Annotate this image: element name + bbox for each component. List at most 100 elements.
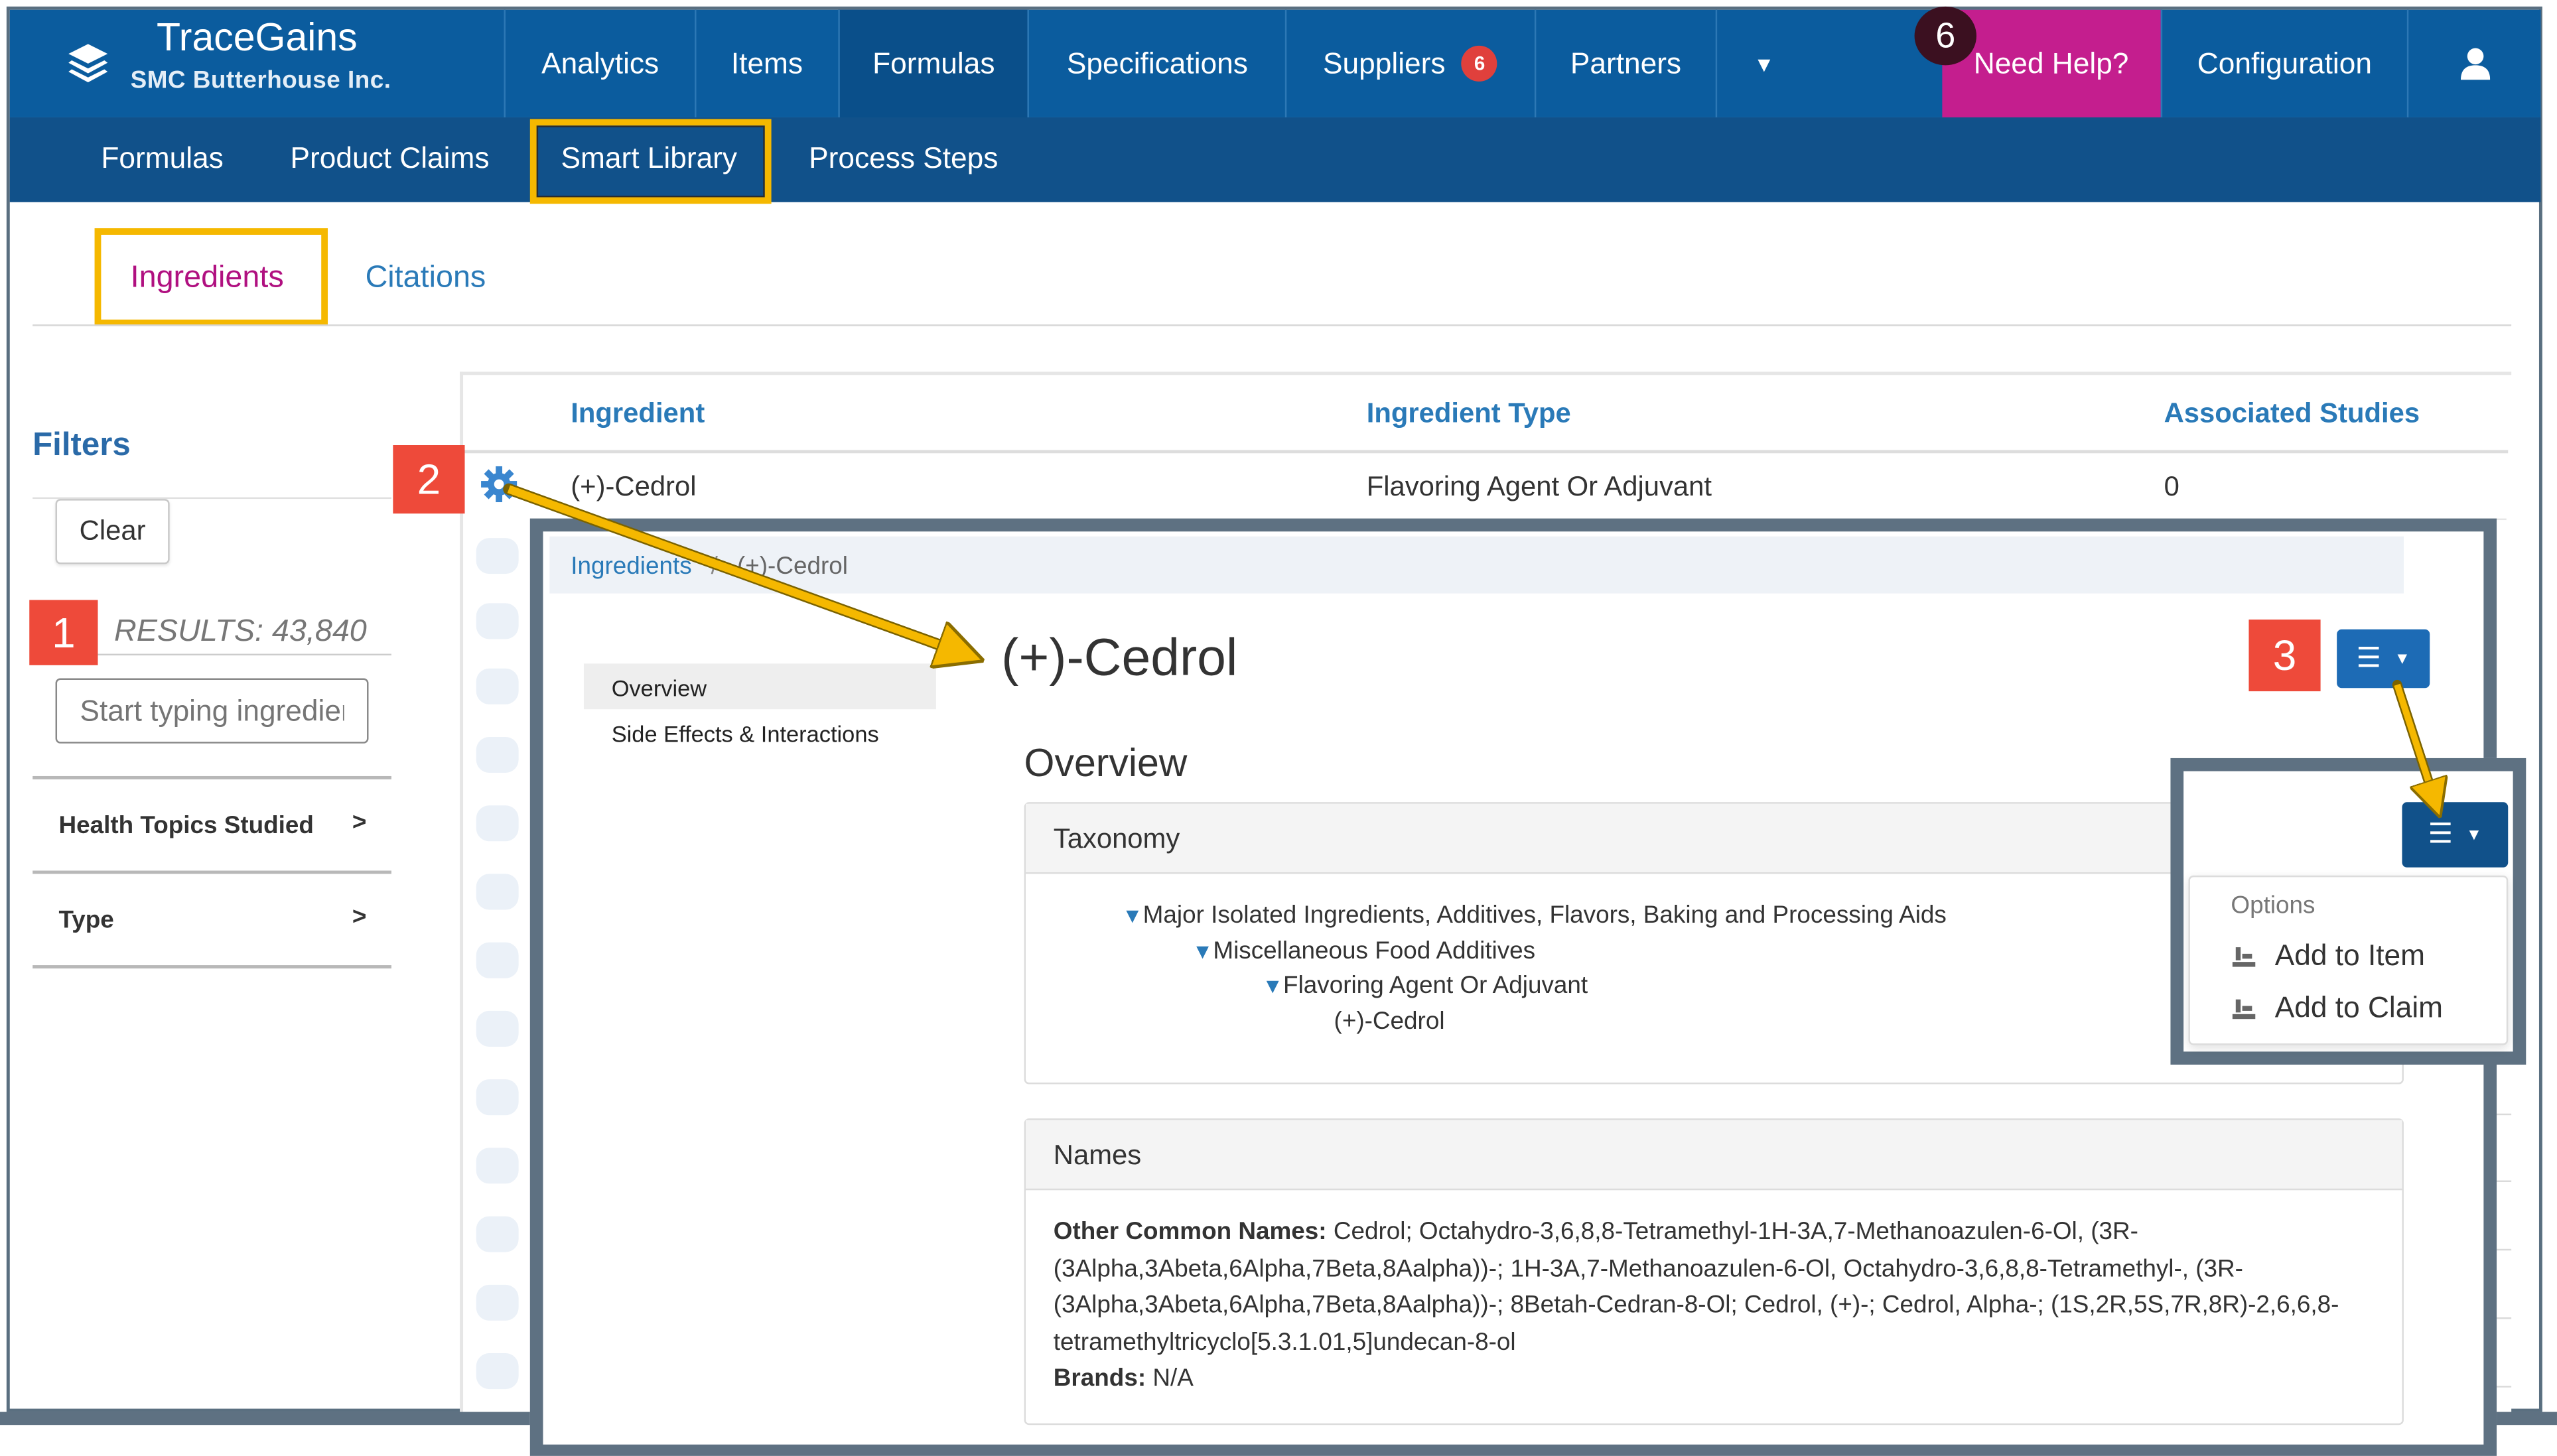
tab-divider [33,324,2512,326]
taxonomy-level-2-label: Miscellaneous Food Additives [1213,937,1536,966]
taxonomy-level-2[interactable]: ▼Miscellaneous Food Additives [1192,937,1535,965]
side-menu-overview[interactable]: Overview [612,675,707,701]
names-title: Names [1053,1140,1142,1171]
row-gear-placeholder [476,603,519,639]
table-row-divider [2495,1180,2512,1182]
nav-configuration[interactable]: Configuration [2160,9,2408,117]
company-name: SMC Butterhouse Inc. [130,66,391,95]
overview-heading: Overview [1024,742,1188,786]
breadcrumb-separator: / [711,553,718,581]
results-count: RESULTS: 43,840 [114,614,367,649]
options-menu-button-open[interactable]: ☰ ▼ [2402,802,2509,868]
nav-items[interactable]: Items [694,9,838,117]
chevron-right-icon[interactable]: > [352,903,367,931]
row-gear-placeholder [476,1353,519,1390]
row-gear-placeholder [476,668,519,704]
menu-item-add-to-claim[interactable]: Add to Claim [2275,991,2443,1026]
brand[interactable]: TraceGains SMC Butterhouse Inc. [10,10,504,117]
gear-icon[interactable] [480,465,519,504]
nav-analytics[interactable]: Analytics [504,9,695,117]
subnav-process-steps[interactable]: Process Steps [809,142,998,176]
add-icon [2232,999,2256,1020]
expand-triangle-icon: ▼ [1262,973,1284,998]
expand-triangle-icon: ▼ [1192,939,1213,964]
expand-triangle-icon: ▼ [1122,903,1143,928]
callout-2: 2 [393,445,465,514]
column-header-ingredient-type[interactable]: Ingredient Type [1367,398,1571,430]
cell-ingredient[interactable]: (+)-Cedrol [571,471,696,503]
nav-formulas[interactable]: Formulas [837,9,1028,117]
subnav-formulas[interactable]: Formulas [101,142,223,176]
caret-down-icon: ▼ [2394,649,2410,668]
filters-heading: Filters [33,427,131,464]
facet-health-topics[interactable]: Health Topics Studied [58,812,313,840]
table-row-divider [2495,1248,2512,1251]
help-count-badge: 6 [1914,6,1976,66]
results-divider [98,653,391,656]
row-gear-placeholder [476,805,519,842]
hamburger-icon: ☰ [2428,818,2453,850]
taxonomy-level-1[interactable]: ▼Major Isolated Ingredients, Additives, … [1122,901,1947,929]
column-header-associated-studies[interactable]: Associated Studies [2164,398,2420,430]
facet-divider [33,965,391,968]
table-row-divider [2495,1386,2512,1388]
row-gear-placeholder [476,874,519,910]
subnav-product-claims[interactable]: Product Claims [291,142,490,176]
sub-navigation: Formulas Product Claims Smart Library Pr… [9,117,2541,202]
user-menu[interactable] [2407,9,2540,117]
brands-value: N/A [1152,1364,1194,1393]
clear-filters-button[interactable]: Clear [55,499,170,564]
suppliers-count-badge: 6 [1462,45,1498,82]
ingredient-search-input[interactable] [55,678,369,744]
ingredient-title: (+)-Cedrol [1001,628,1238,687]
ingredients-tab-highlight [94,228,328,326]
side-menu-side-effects[interactable]: Side Effects & Interactions [612,720,879,746]
row-gear-placeholder [476,942,519,978]
facet-type[interactable]: Type [58,907,113,935]
brand-name: TraceGains [156,16,358,60]
nav-more-dropdown[interactable]: ▼ [1716,9,1811,117]
taxonomy-title: Taxonomy [1053,823,1180,854]
breadcrumb-current: (+)-Cedrol [736,553,848,581]
smart-library-highlight [529,119,772,204]
brands-label: Brands: [1053,1364,1146,1393]
taxonomy-level-4: (+)-Cedrol [1334,1007,1445,1035]
taxonomy-level-1-label: Major Isolated Ingredients, Additives, F… [1142,901,1947,930]
nav-partners[interactable]: Partners [1533,9,1716,117]
options-dropdown-header: Options [2231,892,2315,920]
user-icon [2460,48,2490,80]
taxonomy-level-3-label: Flavoring Agent Or Adjuvant [1283,971,1588,1000]
nav-suppliers[interactable]: Suppliers 6 [1284,9,1534,117]
frame-bottom-edge [0,1412,530,1425]
nav-specifications[interactable]: Specifications [1028,9,1284,117]
add-icon [2232,947,2256,967]
layers-icon [68,44,108,83]
menu-item-add-to-item[interactable]: Add to Item [2275,939,2425,974]
taxonomy-level-3[interactable]: ▼Flavoring Agent Or Adjuvant [1262,972,1588,1000]
row-gear-placeholder [476,1079,519,1116]
table-row-divider [2495,1113,2512,1116]
row-gear-placeholder [476,1010,519,1047]
breadcrumb-ingredients-link[interactable]: Ingredients [571,553,691,580]
callout-3: 3 [2248,620,2321,692]
row-gear-placeholder [476,1148,519,1184]
chevron-right-icon[interactable]: > [352,809,367,836]
names-panel-header [1026,1120,2402,1191]
column-header-ingredient[interactable]: Ingredient [571,398,705,430]
callout-1: 1 [29,600,98,665]
frame-bottom-edge [2497,1412,2557,1425]
tab-citations[interactable]: Citations [366,261,486,297]
options-menu-button[interactable]: ☰ ▼ [2337,629,2430,689]
facet-divider [33,870,391,874]
row-gear-placeholder [476,1284,519,1321]
nav-suppliers-label: Suppliers [1323,46,1446,80]
need-help-button[interactable]: Need Help? [1942,9,2160,117]
top-navigation: TraceGains SMC Butterhouse Inc. Analytic… [9,9,2541,117]
cell-ingredient-type: Flavoring Agent Or Adjuvant [1366,471,1712,503]
table-header-divider [463,450,2509,454]
names-body: Other Common Names: Cedrol; Octahydro-3,… [1054,1215,2358,1398]
cell-associated-studies: 0 [2164,471,2179,503]
caret-down-icon: ▼ [1754,51,1775,76]
row-gear-placeholder [476,736,519,773]
screenshot-stage: TraceGains SMC Butterhouse Inc. Analytic… [0,0,2557,1456]
